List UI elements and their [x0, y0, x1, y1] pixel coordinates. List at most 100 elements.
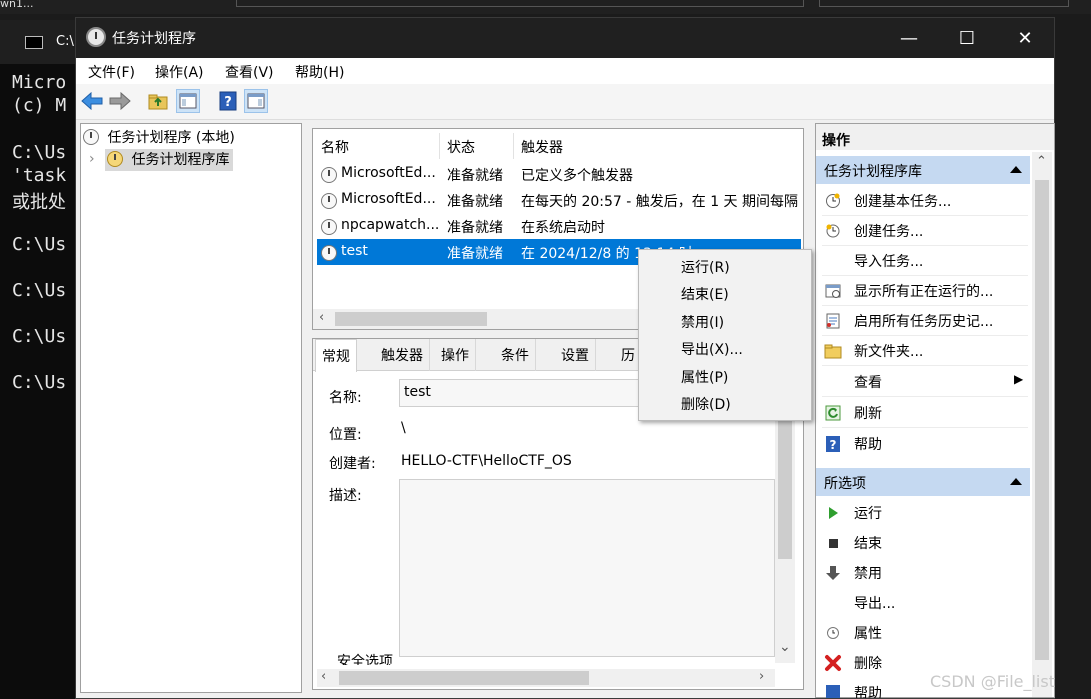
action-view[interactable]: 查看 ▶ [822, 367, 1028, 397]
tab-general[interactable]: 常规 [315, 339, 357, 372]
scroll-up-arrow[interactable]: ⌃ [1036, 154, 1047, 169]
action-help[interactable]: ? 帮助 [822, 429, 1028, 459]
collapse-icon[interactable] [1010, 478, 1022, 485]
tree-item-library[interactable]: 任务计划程序库 [105, 149, 234, 171]
context-disable[interactable]: 禁用(I) [639, 308, 811, 335]
column-header-trigger[interactable]: 触发器 [521, 137, 563, 157]
maximize-button[interactable]: ☐ [938, 18, 996, 58]
action-run[interactable]: 运行 [822, 498, 1028, 528]
action-new-folder[interactable]: 新文件夹... [822, 336, 1028, 366]
scroll-right-arrow[interactable]: › [759, 669, 764, 684]
terminal-line: C:\Us [12, 280, 67, 301]
help-icon[interactable]: ? [216, 89, 240, 113]
folder-up-icon[interactable] [146, 89, 170, 113]
history-icon [824, 312, 842, 330]
disable-icon [824, 564, 842, 582]
context-export[interactable]: 导出(X)... [639, 335, 811, 362]
action-create-task[interactable]: 创建任务... [822, 216, 1028, 246]
show-action-pane-icon[interactable] [244, 89, 268, 113]
navigation-tree: 任务计划程序 (本地) › 任务计划程序库 [80, 123, 302, 693]
scroll-thumb[interactable] [1035, 180, 1049, 660]
new-folder-icon [824, 342, 842, 360]
tab-actions[interactable]: 操作 [435, 339, 476, 371]
submenu-arrow-icon: ▶ [1014, 372, 1024, 386]
column-header-name[interactable]: 名称 [321, 137, 349, 157]
action-enable-history[interactable]: 启用所有任务历史记... [822, 306, 1028, 336]
create-basic-task-icon [824, 192, 842, 210]
task-scheduler-icon [86, 27, 106, 47]
tab-conditions[interactable]: 条件 [495, 339, 536, 371]
menu-view[interactable]: 查看(V) [225, 62, 274, 82]
context-properties[interactable]: 属性(P) [639, 363, 811, 390]
forward-arrow-icon[interactable] [108, 89, 132, 113]
section-header-library[interactable]: 任务计划程序库 [816, 156, 1030, 184]
task-row[interactable]: npcapwatch... 准备就绪 在系统启动时 [317, 213, 801, 239]
action-label: 帮助 [854, 686, 882, 698]
action-end[interactable]: 结束 [822, 528, 1028, 558]
section-header-selected-item[interactable]: 所选项 [816, 468, 1030, 496]
column-divider[interactable] [439, 133, 440, 159]
action-label: 创建基本任务... [854, 194, 952, 210]
action-display-running[interactable]: 显示所有正在运行的... [822, 276, 1028, 306]
context-run[interactable]: 运行(R) [639, 253, 811, 280]
scroll-left-arrow[interactable]: ‹ [321, 669, 326, 684]
collapse-icon[interactable] [1010, 166, 1022, 173]
action-properties[interactable]: 属性 [822, 618, 1028, 648]
actions-pane-scrollbar[interactable]: ⌃ [1032, 152, 1052, 697]
task-row[interactable]: MicrosoftEd... 准备就绪 在每天的 20:57 - 触发后，在 1… [317, 187, 801, 213]
author-label: 创建者: [329, 456, 376, 472]
context-delete[interactable]: 删除(D) [639, 390, 811, 417]
scroll-thumb[interactable] [335, 312, 487, 326]
action-create-basic-task[interactable]: 创建基本任务... [822, 186, 1028, 216]
scroll-thumb[interactable] [339, 671, 589, 685]
help-icon: ? [824, 435, 842, 453]
scroll-left-arrow[interactable]: ‹ [319, 310, 324, 325]
close-button[interactable]: ✕ [996, 18, 1054, 58]
action-import-task[interactable]: 导入任务... [822, 246, 1028, 276]
action-disable[interactable]: 禁用 [822, 558, 1028, 588]
terminal-line: 或批处 [12, 192, 66, 213]
title-bar[interactable]: 任务计划程序 — ☐ ✕ [76, 18, 1054, 58]
watermark: CSDN @File_list [930, 672, 1055, 691]
column-divider[interactable] [513, 133, 514, 159]
scroll-down-arrow[interactable]: ⌄ [779, 639, 791, 655]
action-export[interactable]: 导出... [822, 588, 1028, 618]
task-status: 准备就绪 [447, 194, 503, 210]
divider [822, 427, 1028, 428]
task-clock-icon [321, 167, 337, 183]
show-pane-icon[interactable] [176, 89, 200, 113]
task-name: MicrosoftEd... [341, 165, 436, 181]
minimize-button[interactable]: — [880, 18, 938, 58]
folder-clock-icon [107, 151, 123, 167]
action-label: 删除 [854, 656, 882, 672]
scroll-thumb[interactable] [778, 409, 792, 559]
tab-triggers[interactable]: 触发器 [375, 339, 430, 371]
action-label: 运行 [854, 506, 882, 522]
column-header-status[interactable]: 状态 [447, 137, 475, 157]
back-arrow-icon[interactable] [80, 89, 104, 113]
end-icon [824, 534, 842, 552]
clock-icon [83, 129, 99, 145]
svg-text:?: ? [224, 95, 232, 110]
description-field[interactable] [399, 479, 775, 657]
expand-icon[interactable]: › [89, 151, 95, 167]
task-status: 准备就绪 [447, 168, 503, 184]
task-row[interactable]: MicrosoftEd... 准备就绪 已定义多个触发器 [317, 161, 801, 187]
terminal-line: Micro [12, 72, 67, 93]
divider [822, 396, 1028, 397]
section-title: 任务计划程序库 [824, 164, 922, 180]
menu-action[interactable]: 操作(A) [155, 62, 204, 82]
task-name: npcapwatch... [341, 217, 439, 233]
task-clock-icon [321, 193, 337, 209]
menu-file[interactable]: 文件(F) [88, 62, 135, 82]
context-end[interactable]: 结束(E) [639, 280, 811, 307]
tab-settings[interactable]: 设置 [555, 339, 596, 371]
tree-root[interactable]: 任务计划程序 (本地) [83, 127, 235, 147]
action-refresh[interactable]: 刷新 [822, 398, 1028, 428]
location-value: \ [401, 420, 406, 436]
terminal-tab-title[interactable]: C:\ [56, 34, 74, 49]
menu-help[interactable]: 帮助(H) [295, 62, 344, 82]
background-field [236, 0, 804, 7]
background-taskbar-strip: wn1... [0, 0, 1091, 14]
details-horizontal-scrollbar[interactable]: ‹ › [317, 669, 775, 687]
